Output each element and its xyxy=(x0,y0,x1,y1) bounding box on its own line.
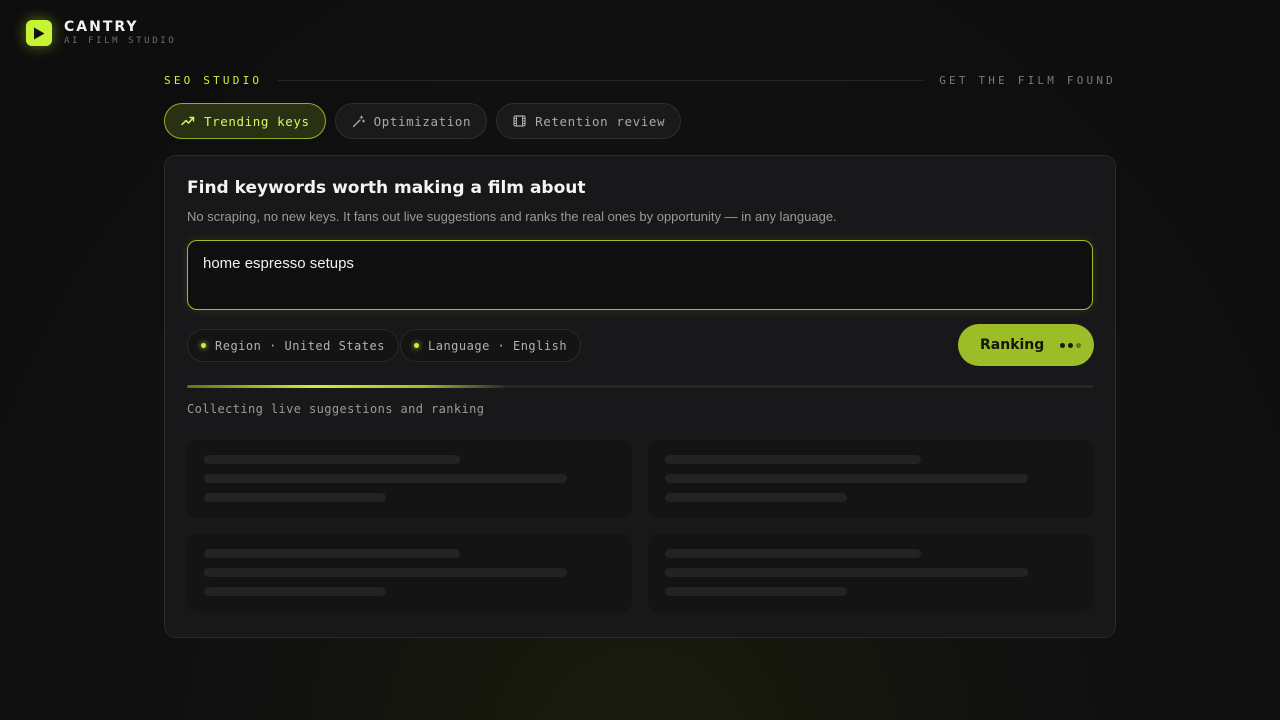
film-icon xyxy=(513,115,526,127)
tab-retention-review[interactable]: Retention review xyxy=(496,103,682,139)
skeleton-line xyxy=(665,474,1028,483)
loading-dots-icon xyxy=(1060,342,1082,348)
tab-optimization[interactable]: Optimization xyxy=(334,103,488,139)
results-skeleton-grid xyxy=(187,440,1093,612)
progress-bar xyxy=(187,385,1093,388)
brand-name: CANTRY xyxy=(64,19,139,35)
magic-wand-icon xyxy=(352,114,365,128)
query-input[interactable] xyxy=(203,255,1073,272)
skeleton-result-card xyxy=(648,440,1093,518)
status-text: Collecting live suggestions and ranking xyxy=(187,402,485,416)
language-chip[interactable]: Language · English xyxy=(400,329,582,362)
card-title: Find keywords worth making a film about xyxy=(187,178,586,198)
region-label: Region · United States xyxy=(215,338,385,353)
skeleton-result-card xyxy=(187,440,632,518)
skeleton-line xyxy=(204,549,460,558)
skeleton-line xyxy=(665,568,1028,577)
skeleton-line xyxy=(204,455,460,464)
brand-tagline: AI FILM STUDIO xyxy=(64,36,177,46)
trending-up-icon xyxy=(181,116,195,126)
section-tag: GET THE FILM FOUND xyxy=(939,74,1116,87)
ranking-button[interactable]: Ranking xyxy=(958,324,1094,366)
skeleton-line xyxy=(204,568,567,577)
section-title: SEO STUDIO xyxy=(164,74,263,87)
skeleton-line xyxy=(665,493,847,502)
ranking-button-label: Ranking xyxy=(980,337,1045,353)
skeleton-line xyxy=(665,549,921,558)
section-divider xyxy=(278,80,924,81)
status-dot xyxy=(414,343,419,348)
progress-fill xyxy=(187,385,505,388)
tab-label: Trending keys xyxy=(204,113,310,129)
status-dot xyxy=(201,343,206,348)
query-box[interactable] xyxy=(187,240,1093,310)
tab-label: Optimization xyxy=(373,113,472,129)
tab-bar: Trending keys Optimization Retention rev… xyxy=(164,103,682,139)
play-icon xyxy=(26,20,52,46)
skeleton-line xyxy=(204,587,386,596)
region-chip[interactable]: Region · United States xyxy=(187,329,399,362)
tab-label: Retention review xyxy=(535,113,666,129)
skeleton-line xyxy=(204,493,386,502)
tab-trending-keys[interactable]: Trending keys xyxy=(164,103,326,139)
card-description: No scraping, no new keys. It fans out li… xyxy=(187,209,837,224)
section-header: SEO STUDIO GET THE FILM FOUND xyxy=(164,74,1116,87)
brand[interactable]: CANTRY AI FILM STUDIO xyxy=(26,20,176,46)
skeleton-line xyxy=(204,474,567,483)
language-label: Language · English xyxy=(428,338,568,353)
keyword-finder-card: Find keywords worth making a film about … xyxy=(164,155,1116,638)
skeleton-line xyxy=(665,455,921,464)
skeleton-line xyxy=(665,587,847,596)
skeleton-result-card xyxy=(187,534,632,612)
skeleton-result-card xyxy=(648,534,1093,612)
